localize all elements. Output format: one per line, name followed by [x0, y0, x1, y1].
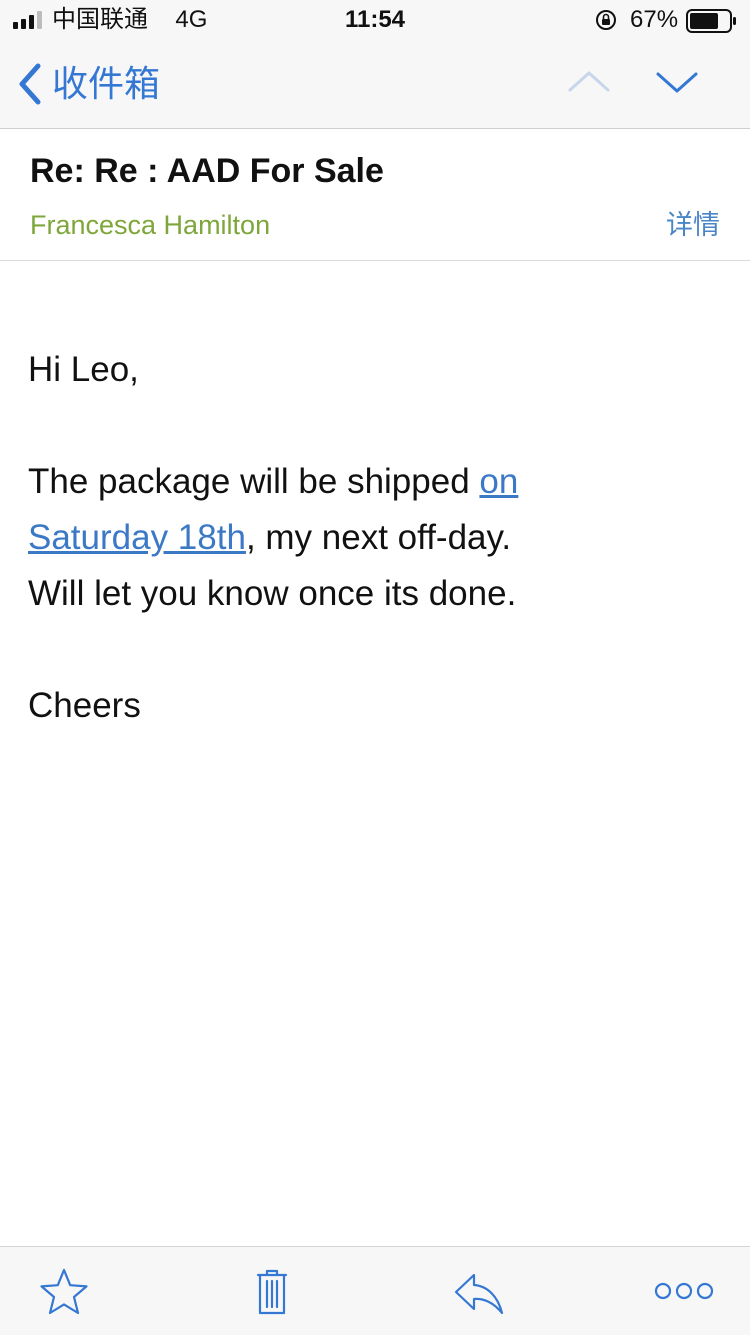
date-link-part2[interactable]: Saturday 18th — [28, 518, 246, 557]
top-chrome: 中国联通 4G 11:54 67% 收件箱 — [0, 0, 750, 129]
reply-icon — [454, 1273, 504, 1315]
star-icon — [40, 1268, 88, 1315]
navigation-bar: 收件箱 — [0, 40, 750, 128]
greeting: Hi Leo, — [28, 350, 139, 389]
email-header: Re: Re : AAD For Sale Francesca Hamilton… — [0, 129, 750, 261]
battery-icon — [686, 9, 736, 33]
message-line-3: Will let you know once its done. — [28, 574, 517, 613]
orientation-lock-icon — [596, 10, 616, 30]
message-paragraph: The package will be shipped on Saturday … — [28, 454, 722, 622]
status-bar: 中国联通 4G 11:54 67% — [0, 0, 750, 40]
more-button[interactable] — [654, 1267, 714, 1317]
message-text: The package will be shipped — [28, 462, 480, 501]
email-subject: Re: Re : AAD For Sale — [30, 152, 384, 190]
back-to-inbox-button[interactable]: 收件箱 — [14, 58, 168, 110]
reply-button[interactable] — [448, 1267, 508, 1317]
delete-button[interactable] — [242, 1267, 302, 1317]
date-link-part1[interactable]: on — [479, 462, 518, 501]
next-message-button[interactable] — [654, 66, 700, 98]
back-button-label: 收件箱 — [52, 63, 161, 104]
chevron-left-icon — [19, 63, 41, 105]
flag-button[interactable] — [34, 1267, 94, 1317]
message-text-rest: , my next off-day. — [245, 518, 512, 557]
more-icon — [654, 1282, 714, 1300]
previous-message-button[interactable] — [566, 66, 612, 98]
sender-name[interactable]: Francesca Hamilton — [30, 209, 270, 241]
email-body: Hi Leo, The package will be shipped on S… — [28, 342, 722, 734]
bottom-toolbar — [0, 1246, 750, 1335]
battery-percentage: 67% — [630, 6, 679, 33]
details-link[interactable]: 详情 — [666, 209, 720, 241]
trash-icon — [256, 1269, 288, 1315]
sign-off: Cheers — [28, 686, 141, 725]
